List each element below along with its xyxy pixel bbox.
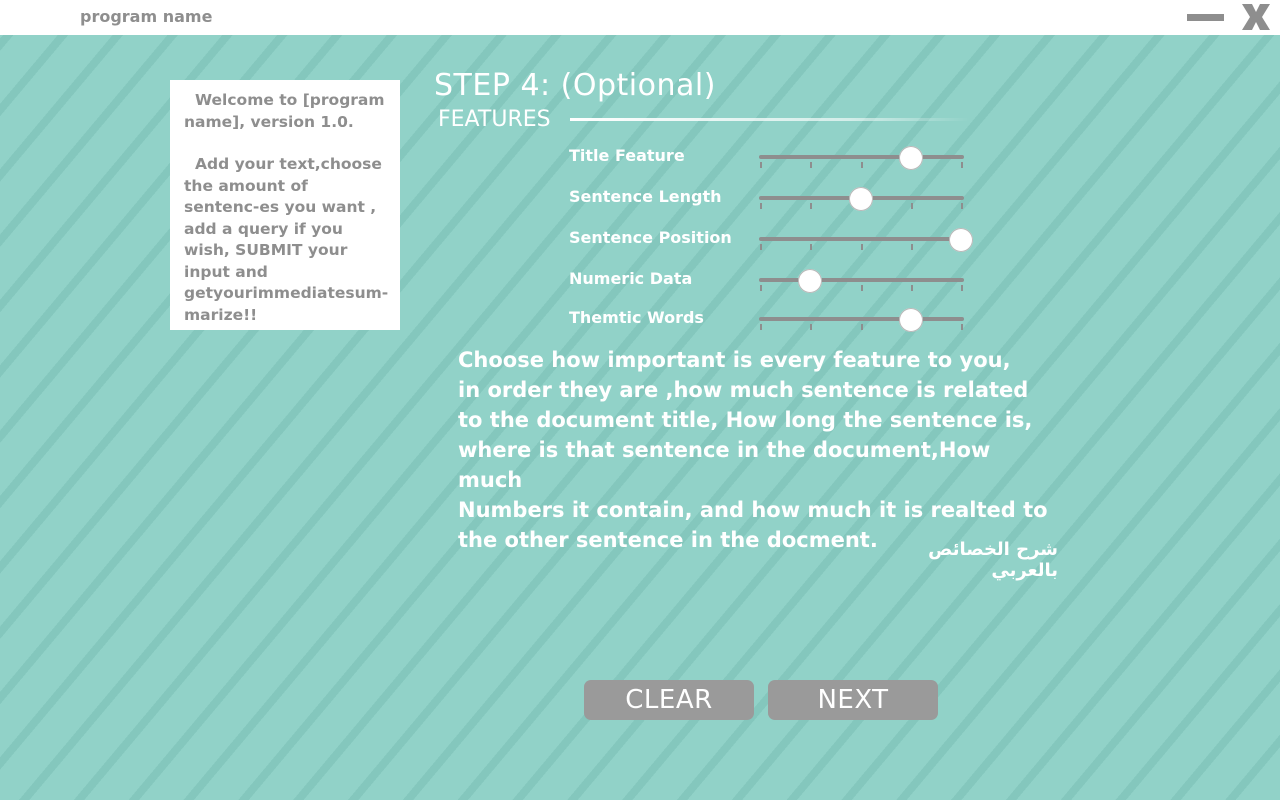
sentence-length-slider[interactable] (759, 187, 969, 217)
close-icon[interactable] (1240, 2, 1272, 32)
welcome-instructions: Add your text,choose the amount of sente… (184, 155, 389, 324)
thematic-words-slider[interactable] (759, 308, 969, 338)
slider-track (759, 237, 964, 241)
feature-label: Sentence Position (569, 228, 732, 247)
slider-tick (810, 203, 812, 209)
features-heading: FEATURES (438, 107, 551, 132)
slider-thumb[interactable] (899, 308, 923, 332)
slider-tick (810, 244, 812, 250)
slider-tick (961, 285, 963, 291)
feature-label: Title Feature (569, 146, 685, 165)
slider-tick (961, 324, 963, 330)
slider-tick (810, 324, 812, 330)
slider-tick (760, 244, 762, 250)
slider-track (759, 278, 964, 282)
minimize-icon[interactable] (1187, 14, 1224, 21)
slider-tick (760, 285, 762, 291)
slider-thumb[interactable] (798, 269, 822, 293)
features-divider (570, 118, 970, 121)
slider-track (759, 317, 964, 321)
slider-tick (861, 162, 863, 168)
slider-thumb[interactable] (849, 187, 873, 211)
arabic-explanation-link[interactable]: شرح الخصائص بالعربي (860, 539, 1058, 581)
slider-thumb[interactable] (899, 146, 923, 170)
step-title: STEP 4: (Optional) (434, 68, 716, 103)
feature-row-sentence-position: Sentence Position (569, 228, 973, 258)
slider-tick (760, 203, 762, 209)
feature-label: Numeric Data (569, 269, 693, 288)
feature-label: Themtic Words (569, 308, 704, 327)
feature-row-sentence-length: Sentence Length (569, 187, 969, 217)
slider-tick (961, 203, 963, 209)
slider-thumb[interactable] (949, 228, 973, 252)
features-description: Choose how important is every feature to… (458, 348, 1048, 552)
welcome-panel: Welcome to [program name], version 1.0. … (170, 80, 400, 330)
feature-row-title: Title Feature (569, 146, 969, 176)
program-name: program name (80, 7, 213, 26)
clear-button[interactable]: CLEAR (584, 680, 754, 720)
slider-tick (760, 162, 762, 168)
slider-track (759, 155, 964, 159)
slider-tick (861, 324, 863, 330)
slider-tick (911, 244, 913, 250)
slider-tick (911, 203, 913, 209)
sentence-position-slider[interactable] (759, 228, 973, 258)
slider-tick (861, 244, 863, 250)
slider-tick (861, 285, 863, 291)
title-feature-slider[interactable] (759, 146, 969, 176)
next-button[interactable]: NEXT (768, 680, 938, 720)
slider-tick (760, 324, 762, 330)
numeric-data-slider[interactable] (759, 269, 969, 299)
slider-tick (961, 162, 963, 168)
title-bar: program name (0, 0, 1280, 35)
feature-row-thematic-words: Themtic Words (569, 308, 969, 338)
feature-label: Sentence Length (569, 187, 722, 206)
feature-row-numeric-data: Numeric Data (569, 269, 969, 299)
slider-tick (911, 285, 913, 291)
welcome-intro: Welcome to [program name], version 1.0. (184, 91, 385, 131)
slider-tick (810, 162, 812, 168)
